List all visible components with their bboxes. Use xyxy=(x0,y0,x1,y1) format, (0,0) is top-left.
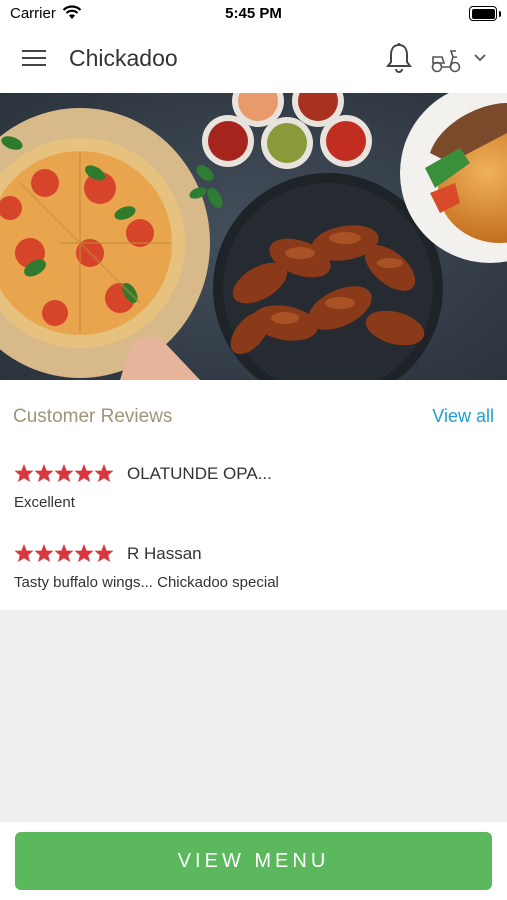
hamburger-menu-icon[interactable] xyxy=(22,48,46,68)
reviewer-name: R Hassan xyxy=(127,544,202,563)
star-group xyxy=(14,544,114,562)
view-menu-button[interactable]: VIEW MENU xyxy=(15,832,492,890)
star-icon xyxy=(14,544,34,562)
star-group xyxy=(14,464,114,482)
app-header: Chickadoo xyxy=(0,26,507,93)
bell-icon[interactable] xyxy=(385,42,413,74)
star-icon xyxy=(54,544,74,562)
review-text: Excellent xyxy=(14,494,75,511)
customer-reviews-section: Customer Reviews View all OLATUNDE OPA..… xyxy=(0,380,507,610)
footer-bar: VIEW MENU xyxy=(0,822,507,900)
reviewer-name: OLATUNDE OPA... xyxy=(127,464,272,483)
status-bar: Carrier 5:45 PM xyxy=(0,0,507,26)
app-title: Chickadoo xyxy=(69,45,178,71)
star-icon xyxy=(14,464,34,482)
reviews-heading: Customer Reviews xyxy=(13,406,173,427)
scooter-icon[interactable] xyxy=(430,47,462,73)
star-icon xyxy=(54,464,74,482)
star-icon xyxy=(34,464,54,482)
review-text: Tasty buffalo wings... Chickadoo special xyxy=(14,574,279,591)
clock: 5:45 PM xyxy=(225,5,282,22)
star-icon xyxy=(74,464,94,482)
view-all-reviews-link[interactable]: View all xyxy=(432,406,494,427)
star-icon xyxy=(94,464,114,482)
hero-food-banner xyxy=(0,93,507,380)
star-icon xyxy=(34,544,54,562)
star-icon xyxy=(94,544,114,562)
star-icon xyxy=(74,544,94,562)
battery-icon xyxy=(469,6,501,21)
chevron-down-icon[interactable] xyxy=(473,52,487,64)
star-rating xyxy=(14,544,114,562)
star-rating xyxy=(14,464,114,482)
